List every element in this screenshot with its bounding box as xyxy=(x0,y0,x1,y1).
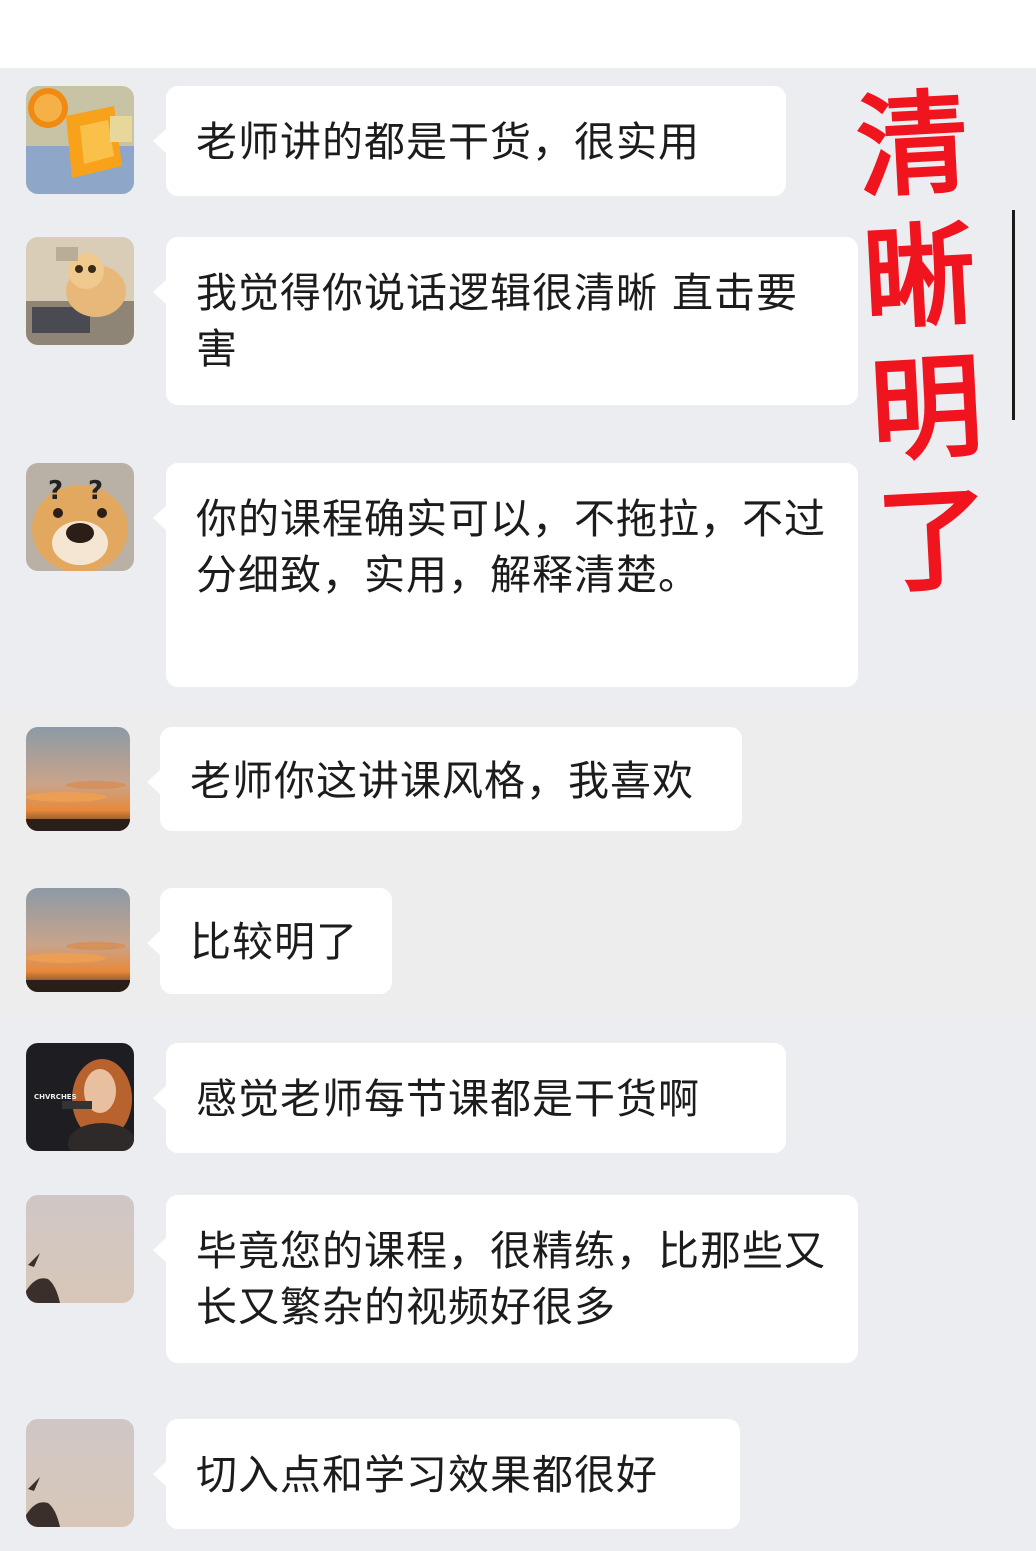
message-bubble[interactable]: 你的课程确实可以，不拖拉，不过分细致，实用，解释清楚。 xyxy=(153,463,858,687)
message-bubble[interactable]: 老师你这讲课风格，我喜欢 xyxy=(147,727,742,831)
stamp-text: 清晰明了 xyxy=(853,77,993,610)
message-text: 老师你这讲课风格，我喜欢 xyxy=(190,757,694,805)
message-text: 比较明了 xyxy=(190,918,358,966)
message-bubble[interactable]: 我觉得你说话逻辑很清晰 直击要害 xyxy=(153,237,858,405)
message-text: 感觉老师每节课都是干货啊 xyxy=(196,1075,700,1123)
cat-laptop-avatar[interactable] xyxy=(26,237,134,345)
message-text: 毕竟您的课程，很精练，比那些又长又繁杂的视频好很多 xyxy=(196,1227,826,1331)
message-bubble[interactable]: 比较明了 xyxy=(147,888,392,994)
dog-question-avatar[interactable]: ? ? xyxy=(26,463,134,571)
message-text: 我觉得你说话逻辑很清晰 直击要害 xyxy=(196,269,799,373)
edge-divider xyxy=(1012,210,1015,420)
message-text: 你的课程确实可以，不拖拉，不过分细致，实用，解释清楚。 xyxy=(196,495,826,599)
message-bubble[interactable]: 感觉老师每节课都是干货啊 xyxy=(153,1043,786,1153)
sunset-sky-avatar[interactable] xyxy=(26,727,130,831)
orange-popsicle-avatar[interactable] xyxy=(26,86,134,194)
message-bubble[interactable]: 老师讲的都是干货，很实用 xyxy=(153,86,786,196)
avatar-badge-text: CHVRCHES xyxy=(34,1093,77,1101)
message-text: 老师讲的都是干货，很实用 xyxy=(196,118,700,166)
message-bubble[interactable]: 切入点和学习效果都很好 xyxy=(153,1419,740,1529)
pale-sky-avatar[interactable] xyxy=(26,1419,134,1527)
pale-sky-avatar[interactable] xyxy=(26,1195,134,1303)
message-bubble[interactable]: 毕竟您的课程，很精练，比那些又长又繁杂的视频好很多 xyxy=(153,1195,858,1363)
svg-text:?: ? xyxy=(48,476,63,506)
top-blank-area xyxy=(0,0,1036,68)
sunset-sky-avatar[interactable] xyxy=(26,888,130,992)
svg-text:?: ? xyxy=(88,476,103,506)
singer-photo-avatar[interactable]: CHVRCHES xyxy=(26,1043,134,1151)
stamp-caption: 清晰明了 xyxy=(844,77,1001,611)
message-text: 切入点和学习效果都很好 xyxy=(196,1451,658,1499)
